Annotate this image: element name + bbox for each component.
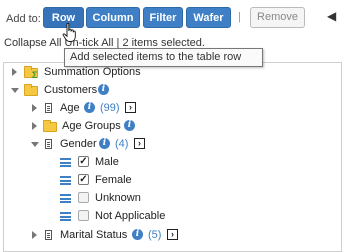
tree-value-label: Female bbox=[95, 174, 132, 186]
collapse-panel-icon[interactable]: ◀ bbox=[327, 9, 336, 23]
male-checkbox[interactable]: ✓ bbox=[78, 156, 89, 167]
tree-value-female[interactable]: ✓ Female bbox=[4, 171, 341, 189]
expand-arrow-icon[interactable] bbox=[32, 231, 37, 239]
toolbar-separator: | bbox=[238, 11, 241, 23]
tree-value-label: Male bbox=[95, 156, 119, 168]
tree-item-customers[interactable]: Customers i bbox=[4, 81, 341, 99]
folder-icon bbox=[43, 120, 57, 132]
dimension-tree: Σ Summation Options Customers i Age i (9… bbox=[3, 62, 342, 252]
value-lines-icon bbox=[60, 212, 71, 221]
collapse-all-link[interactable]: Collapse All bbox=[4, 37, 61, 49]
folder-icon bbox=[24, 84, 38, 96]
tree-item-age-groups[interactable]: Age Groups i bbox=[4, 117, 341, 135]
info-icon[interactable]: i bbox=[132, 229, 143, 240]
unknown-checkbox[interactable] bbox=[78, 192, 89, 203]
document-icon bbox=[45, 103, 52, 113]
go-arrow-icon[interactable]: › bbox=[134, 138, 145, 149]
add-to-wafer-button[interactable]: Wafer bbox=[186, 7, 231, 28]
info-icon[interactable]: i bbox=[84, 102, 95, 113]
female-checkbox[interactable]: ✓ bbox=[78, 174, 89, 185]
expand-arrow-icon[interactable] bbox=[32, 104, 37, 112]
info-icon[interactable]: i bbox=[124, 120, 135, 131]
item-count: (99) bbox=[100, 102, 120, 114]
collapse-arrow-icon[interactable] bbox=[11, 88, 19, 93]
tree-item-label: Marital Status bbox=[60, 229, 128, 241]
tree-item-label: Customers bbox=[44, 84, 98, 96]
remove-button[interactable]: Remove bbox=[250, 7, 305, 28]
document-icon bbox=[45, 139, 52, 149]
tree-value-male[interactable]: ✓ Male bbox=[4, 153, 341, 171]
sigma-icon: Σ bbox=[32, 70, 38, 80]
tree-item-label: Gender bbox=[60, 138, 97, 150]
add-to-filter-button[interactable]: Filter bbox=[143, 7, 183, 28]
tree-item-age[interactable]: Age i (99) › bbox=[4, 99, 341, 117]
expand-arrow-icon[interactable] bbox=[32, 122, 37, 130]
collapse-arrow-icon[interactable] bbox=[31, 142, 39, 147]
add-to-column-button[interactable]: Column bbox=[86, 7, 140, 28]
tree-value-label: Not Applicable bbox=[95, 210, 166, 222]
row-button-tooltip: Add selected items to the table row bbox=[64, 48, 263, 67]
go-arrow-icon[interactable]: › bbox=[167, 229, 178, 240]
value-lines-icon bbox=[60, 176, 71, 185]
tree-value-not-applicable[interactable]: Not Applicable bbox=[4, 207, 341, 225]
not-applicable-checkbox[interactable] bbox=[78, 210, 89, 221]
item-count: (5) bbox=[148, 229, 162, 241]
value-lines-icon bbox=[60, 194, 71, 203]
value-lines-icon bbox=[60, 158, 71, 167]
info-icon[interactable]: i bbox=[99, 138, 110, 149]
info-icon[interactable]: i bbox=[98, 84, 109, 95]
document-icon bbox=[45, 230, 52, 240]
tree-item-label: Age Groups bbox=[62, 120, 121, 132]
hand-cursor-icon bbox=[62, 23, 76, 42]
tree-value-unknown[interactable]: Unknown bbox=[4, 189, 341, 207]
tree-value-label: Unknown bbox=[95, 192, 141, 204]
expand-arrow-icon[interactable] bbox=[12, 68, 17, 76]
item-count: (4) bbox=[115, 138, 129, 150]
tree-item-gender[interactable]: Gender i (4) › bbox=[4, 135, 341, 153]
tree-item-marital-status[interactable]: Marital Status i (5) › bbox=[4, 226, 341, 244]
tree-item-label: Age bbox=[60, 102, 80, 114]
add-to-label: Add to: bbox=[6, 13, 41, 25]
go-arrow-icon[interactable]: › bbox=[125, 102, 136, 113]
